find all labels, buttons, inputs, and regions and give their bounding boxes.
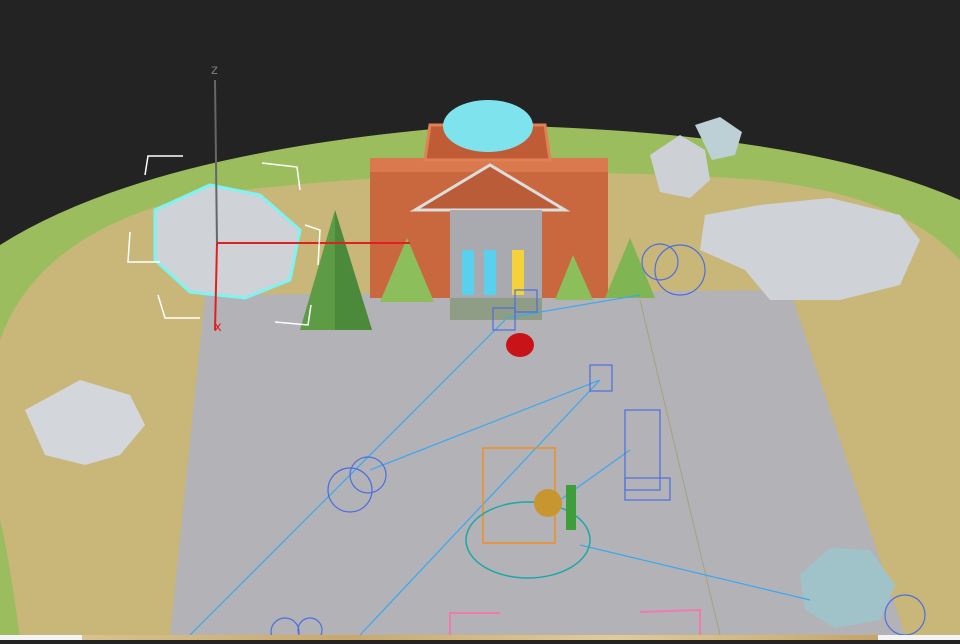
wood-floor-texture <box>82 635 878 640</box>
3d-viewport[interactable]: z x <box>0 0 960 644</box>
bottom-strip <box>0 635 960 640</box>
scene <box>0 0 960 644</box>
red-marker[interactable] <box>506 333 534 357</box>
x-axis-label: x <box>214 320 222 335</box>
dome <box>443 100 533 152</box>
z-axis-label: z <box>211 63 218 78</box>
plaza <box>170 290 905 635</box>
